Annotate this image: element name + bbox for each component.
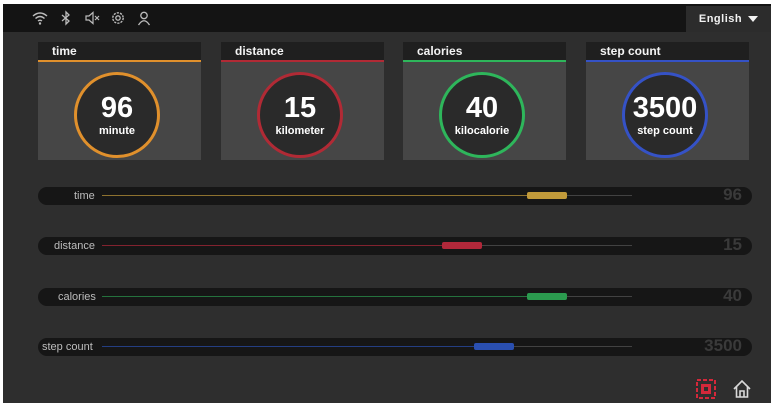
bar-value: 15 [723,235,742,254]
bar-fill[interactable] [442,242,483,249]
stat-unit: step count [637,125,693,137]
status-icons [31,10,153,26]
stat-card-title: step count [586,42,749,62]
dashboard-screen: English time 96 minute distance 15 kilom… [3,4,771,403]
progress-bar-time: time 96 [38,185,752,205]
stat-card-time: time 96 minute [38,42,201,160]
stat-card-title: time [38,42,201,62]
stat-unit: kilocalorie [454,125,510,137]
bluetooth-icon[interactable] [57,10,75,26]
bar-track [102,346,632,347]
progress-bar-step-count: step count 3500 [38,336,752,356]
progress-bar-distance: distance 15 [38,235,752,255]
bar-fill[interactable] [527,293,568,300]
chevron-down-icon [748,16,759,22]
bar-fill[interactable] [527,192,568,199]
mute-icon[interactable] [83,10,101,26]
bar-label: step count [42,341,93,353]
bar-track [102,245,632,246]
language-selector[interactable]: English [686,6,771,32]
stat-card-step-count: step count 3500 step count [586,42,749,160]
language-label: English [698,13,743,25]
stat-card-title: calories [403,42,566,62]
stat-card-title: distance [221,42,384,62]
stat-card-calories: calories 40 kilocalorie [403,42,566,160]
stat-ring: 15 kilometer [257,72,343,158]
home-icon[interactable] [731,378,753,400]
stat-ring: 40 kilocalorie [439,72,525,158]
bar-value: 96 [723,185,742,204]
settings-icon[interactable] [109,10,127,26]
user-icon[interactable] [135,10,153,26]
stat-ring: 96 minute [74,72,160,158]
stat-value: 40 [465,92,499,124]
stat-unit: kilometer [275,125,325,137]
bar-label: distance [54,240,95,252]
target-icon[interactable] [695,378,717,400]
bar-value: 3500 [704,336,742,355]
stat-unit: minute [98,125,136,137]
bar-label: calories [58,291,96,303]
stat-value: 15 [283,92,317,124]
stat-value: 96 [100,92,134,124]
top-bar: English [3,4,771,32]
stat-value: 3500 [632,92,698,124]
progress-bar-calories: calories 40 [38,286,752,306]
bar-value: 40 [723,286,742,305]
bar-label: time [74,190,95,202]
stat-ring: 3500 step count [622,72,708,158]
wifi-icon[interactable] [31,10,49,26]
bar-fill[interactable] [474,343,515,350]
stat-card-distance: distance 15 kilometer [221,42,384,160]
